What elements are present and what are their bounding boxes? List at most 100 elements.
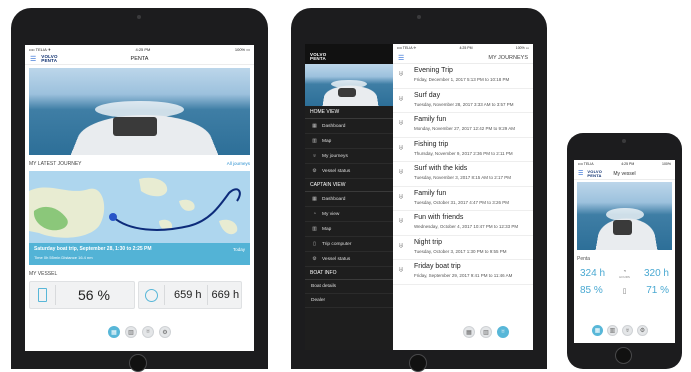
home-button[interactable] [129, 354, 147, 372]
map-icon: ▥ [312, 138, 317, 144]
iphone-vessel: •••• TELIA 4:25 PM 100% ☰ VOLVO PENTA My… [567, 133, 682, 369]
journey-row[interactable]: ♅ Friday boat trip Friday, September 29, 2… [393, 260, 533, 285]
tab-journeys[interactable]: ♅ [622, 325, 633, 336]
home-button[interactable] [615, 347, 632, 364]
journey-date: Monday, November 27, 2017 12:42 PM to 9:… [414, 126, 515, 131]
journey-title: Evening Trip [414, 67, 453, 74]
route-icon: ♅ [398, 191, 404, 201]
menu-item[interactable]: ◔ My view [305, 207, 393, 222]
journeys-icon: ♅ [145, 329, 151, 335]
map-icon: ▥ [609, 328, 616, 334]
clock: 4:25 PM [135, 46, 151, 52]
battery: 100% ▭ [515, 46, 529, 50]
engine-hours-icon [145, 288, 158, 302]
journey-date: Tuesday, October 31, 2017 4:47 PM to 3:2… [414, 199, 510, 205]
side-menu-boat-image [305, 64, 393, 106]
menu-item-label: Dashboard [322, 196, 346, 202]
clock: 4:25 PM [621, 162, 635, 166]
tab-vessel[interactable]: ⚙ [159, 326, 171, 338]
menu-item[interactable]: ⚙ Vessel status [305, 252, 393, 267]
dashboard-icon: ▦ [594, 328, 601, 334]
route-icon: ♅ [398, 265, 404, 274]
menu-item[interactable]: ▦ Dashboard [305, 192, 393, 207]
menu-item[interactable]: ▥ Map [305, 134, 393, 149]
journey-row[interactable]: ♅ Night trip Tuesday, October 3, 2017 1:30… [393, 236, 533, 260]
menu-item[interactable]: Boat details [305, 280, 393, 294]
route-icon: ♅ [398, 69, 404, 78]
left-engine-hours: 324 h [580, 268, 606, 279]
route-icon: ♅ [398, 93, 404, 103]
tab-map[interactable]: ▥ [125, 326, 137, 338]
tab-journeys[interactable]: ♅ [142, 326, 154, 338]
hero-boat-image [577, 182, 672, 250]
tab-map[interactable]: ▥ [607, 325, 618, 336]
menu-item-label: Map [322, 138, 332, 144]
fuel-icon: ▯ [622, 287, 627, 295]
home-button[interactable] [409, 354, 427, 372]
dashboard-icon: ▦ [312, 123, 317, 129]
journey-row[interactable]: ♅ Family fun Monday, November 27, 2017 12:… [393, 113, 533, 138]
menu-icon[interactable]: ☰ [578, 170, 583, 177]
menu-section-header: BOAT INFO [305, 267, 393, 280]
volvo-penta-logo: VOLVO PENTA [587, 168, 603, 178]
engine1-hours: 659 h [174, 289, 202, 301]
journey-title: Family fun [414, 189, 447, 197]
vessel-status-icon: ⚙ [639, 328, 646, 334]
battery: 100% [662, 162, 671, 166]
dashboard-icon: ▦ [111, 329, 117, 336]
engine2-hours: 669 h [211, 289, 240, 301]
menu-item[interactable]: ▦ Dashboard [305, 119, 393, 134]
journey-date: Tuesday, October 3, 2017 1:30 PM to 9:55… [414, 248, 507, 254]
nav-bar: ☰ VOLVO PENTA PENTA [25, 53, 254, 65]
nav-title: MY JOURNEYS [488, 54, 528, 61]
tab-bar: ▦ ▥ ♅ ⚙ [108, 326, 171, 338]
tab-journeys[interactable]: ♅ [497, 326, 509, 338]
tab-map[interactable]: ▥ [480, 326, 492, 338]
menu-item[interactable]: ♅ My journeys [305, 149, 393, 164]
journey-row[interactable]: ♅ Family fun Tuesday, October 31, 2017 4:4… [393, 187, 533, 211]
ipad-journeys-screen: VOLVO PENTA HOME VIEW ▦ Dashboard ▥ Map ♅ My j… [305, 44, 533, 350]
journey-list: ♅ Evening Trip Friday, December 1, 2017 5:… [393, 64, 533, 285]
route-icon: ♅ [398, 216, 404, 225]
latest-journey-title: MY LATEST JOURNEY [29, 161, 82, 167]
tab-dashboard[interactable]: ▦ [463, 326, 475, 338]
tab-dashboard[interactable]: ▦ [592, 325, 603, 336]
journey-row[interactable]: ♅ Fishing trip Thursday, November 9, 2017 … [393, 138, 533, 162]
menu-item[interactable]: ▥ Map [305, 222, 393, 237]
journey-title: Fishing trip [414, 140, 449, 148]
carrier: •••• TELIA ✈ [29, 46, 51, 52]
tab-bar: ▦ ▥ ♅ ⚙ [592, 325, 648, 336]
menu-icon[interactable]: ☰ [398, 54, 404, 62]
journey-date: Wednesday, October 4, 2017 10:47 PM to 1… [414, 224, 519, 229]
start-marker [109, 213, 117, 221]
menu-item[interactable]: ⚙ Vessel status [305, 164, 393, 179]
latest-journey-header: MY LATEST JOURNEY All journeys [25, 155, 254, 171]
menu-item-label: Dealer [311, 298, 326, 303]
route-icon: ♅ [398, 167, 404, 176]
journey-row[interactable]: ♅ Surf day Tuesday, November 28, 2017 3:33… [393, 89, 533, 113]
tab-vessel[interactable]: ⚙ [637, 325, 648, 336]
map-icon: ▥ [312, 226, 317, 232]
engine-hours-card[interactable]: 659 h 669 h [138, 281, 242, 309]
menu-item[interactable]: ▯ Trip computer [305, 237, 393, 252]
latest-journey-card[interactable]: Saturday boat trip, September 28, 1:30 t… [29, 171, 250, 265]
journey-row[interactable]: ♅ Evening Trip Friday, December 1, 2017 5:… [393, 64, 533, 89]
journey-row[interactable]: ♅ Surf with the kids Tuesday, November 3, … [393, 162, 533, 187]
journey-title: Family fun [414, 116, 447, 123]
all-journeys-link[interactable]: All journeys [227, 161, 250, 167]
journey-title: Fun with friends [414, 214, 464, 221]
menu-item[interactable]: Dealer [305, 294, 393, 308]
fuel-icon [38, 288, 47, 302]
fuel-card[interactable]: 56 % [29, 281, 135, 309]
battery: 100% ▭ [234, 46, 250, 52]
journey-row[interactable]: ♅ Fun with friends Wednesday, October 4, 2… [393, 211, 533, 236]
menu-list: HOME VIEW ▦ Dashboard ▥ Map ♅ My journeys ⚙ Vess… [305, 106, 393, 308]
route-icon: ♅ [398, 240, 404, 250]
tab-dashboard[interactable]: ▦ [108, 326, 120, 338]
vessel-status-icon: ⚙ [162, 329, 168, 336]
front-camera [622, 139, 626, 143]
journey-title: Surf with the kids [414, 165, 468, 172]
hours-label: HOURS [619, 274, 630, 279]
fuel-row: 85 % ▯ 71 % [574, 279, 675, 296]
journey-date: Tuesday, November 28, 2017 3:33 AM to 3:… [414, 101, 514, 107]
